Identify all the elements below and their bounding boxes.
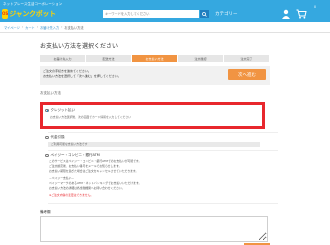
breadcrumb-item[interactable]: カート [25, 25, 35, 30]
logo-mark: OS [2, 8, 9, 19]
step-confirm: 注文確認 [178, 55, 224, 62]
payment-option-label: ペイジー・コンビニ・銀行ATM [50, 153, 100, 157]
detail-text: お支払い方法の詳細は各金融機関へお問い合わせください。 [49, 186, 125, 190]
option-divider [48, 150, 278, 151]
option-divider [48, 132, 278, 133]
category-link[interactable]: カテゴリー [215, 11, 238, 17]
user-icon[interactable] [281, 9, 291, 19]
payment-option-label: 代金引換 [50, 135, 65, 139]
breadcrumb: マイページ › カート › お届け先入力 › お支払い方法 [4, 25, 84, 30]
breadcrumb-current: お支払い方法 [64, 26, 84, 30]
note-label: 備考欄 [40, 210, 51, 214]
next-button[interactable]: 次へ進む [228, 69, 266, 80]
step-payment: お支払い方法 [132, 55, 178, 62]
step-complete: 注文完了 [224, 55, 270, 62]
search-button[interactable] [200, 10, 209, 18]
section-label: お支払い方法 [40, 91, 61, 95]
option-info-bar: ご利用可能な支払い方法です [48, 142, 260, 147]
radio-credit[interactable] [45, 108, 49, 113]
header-divider [0, 32, 330, 33]
logo-text: ジャンクポット [9, 9, 56, 18]
payment-option-cod[interactable]: 代金引換 [45, 135, 65, 140]
note-textarea[interactable] [40, 216, 268, 242]
breadcrumb-separator: › [36, 25, 38, 29]
breadcrumb-separator: › [61, 25, 63, 29]
step-delivery: お届け先入力 [40, 55, 86, 62]
promo-text[interactable]: ネットプレース生活コーポレーション [3, 2, 62, 7]
search-icon [202, 11, 207, 17]
cart-count-badge: 0 [314, 5, 317, 9]
payment-option-label: クレジット払い [50, 108, 76, 112]
search-input[interactable] [103, 10, 199, 18]
radio-pay-easy[interactable] [45, 153, 49, 158]
payment-option-credit[interactable]: クレジット払い お支払い方法選択後、次の画面でカード情報を入力してください [45, 108, 131, 119]
detail-text: このサービスはペイジー・コンビニ・銀行ATMでのお支払いが可能です。 [49, 159, 142, 163]
section-divider [48, 203, 278, 204]
warning-text: ※ご注文内容の変更はできません。 [49, 193, 94, 197]
breadcrumb-separator: › [21, 25, 24, 29]
checkout-steps: お届け先入力 配送方法 お支払い方法 注文確認 注文完了 [40, 55, 270, 62]
detail-text: ペイジーマークのあるATM・ネットバンキングでお支払いいただけます。 [49, 181, 142, 185]
payment-option-pay-easy[interactable]: ペイジー・コンビニ・銀行ATM [45, 153, 100, 158]
detail-text: お支払い期限を過ぎた場合はご注文をキャンセルさせていただきます。 [49, 169, 139, 173]
breadcrumb-item[interactable]: マイページ [4, 25, 20, 30]
step-shipping: 配送方法 [86, 55, 132, 62]
page-title: お支払い方法を選択ください [40, 43, 119, 50]
radio-cod[interactable] [45, 135, 49, 140]
breadcrumb-item[interactable]: お届け先入力 [40, 25, 59, 30]
site-logo[interactable]: OS ジャンクポット [2, 8, 56, 19]
detail-text: ご注文確定後、お支払い番号をメールでお知らせします。 [49, 164, 122, 168]
cart-icon[interactable] [296, 9, 307, 19]
payment-option-desc: お支払い方法選択後、次の画面でカード情報を入力してください [50, 114, 131, 119]
detail-heading: －ペイジー支払い－ [49, 176, 75, 180]
